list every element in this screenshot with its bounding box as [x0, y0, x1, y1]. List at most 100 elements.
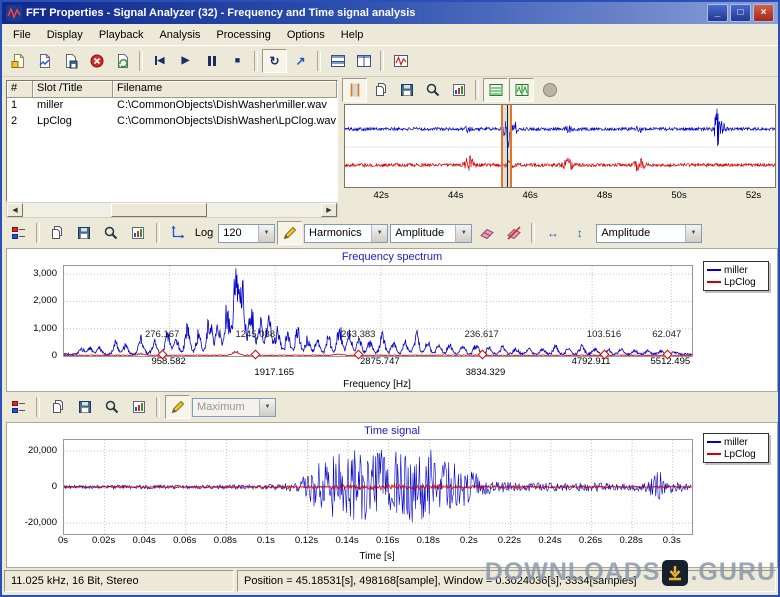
x-tick-label: 958.582 — [143, 356, 195, 367]
chart-settings-button[interactable] — [446, 78, 471, 102]
row-filename: C:\CommonObjects\DishWasher\miller.wav — [113, 98, 337, 114]
table-row[interactable]: 1 miller C:\CommonObjects\DishWasher\mil… — [7, 98, 337, 114]
marker-list-button[interactable] — [6, 395, 31, 419]
skip-start-button[interactable]: ◀ — [147, 49, 172, 73]
overview-tick-label: 42s — [368, 190, 394, 201]
file-list-table: # Slot /Title Filename 1 miller C:\Commo… — [6, 80, 338, 202]
menu-item-processing[interactable]: Processing — [208, 26, 278, 44]
zoom-time-button[interactable] — [99, 395, 124, 419]
show-channel-1-button[interactable] — [483, 78, 508, 102]
maximize-button[interactable]: □ — [730, 4, 751, 22]
save-chart-button[interactable] — [394, 78, 419, 102]
edit-markers-button[interactable] — [277, 221, 302, 245]
minimize-button[interactable]: _ — [707, 4, 728, 22]
tile-horizontal-button[interactable] — [325, 49, 350, 73]
overview-time-axis: 42s44s46s48s50s52s — [344, 190, 776, 202]
log-value: 120 — [219, 227, 258, 239]
overview-toolbar — [342, 78, 778, 102]
spectrum-settings-button[interactable] — [126, 221, 151, 245]
frequency-spectrum-panel: Frequency spectrum Frequency [Hz] miller… — [6, 248, 778, 392]
menu-item-analysis[interactable]: Analysis — [151, 26, 208, 44]
y-tick-label: -20,000 — [7, 517, 57, 528]
right-amplitude-combobox[interactable]: Amplitude ▼ — [596, 224, 702, 243]
peak-value-label: 62.047 — [641, 329, 693, 340]
horizontal-scrollbar[interactable]: ◀ ▶ — [6, 202, 338, 218]
peak-value-label: 103.516 — [578, 329, 630, 340]
menu-item-display[interactable]: Display — [39, 26, 91, 44]
chevron-down-icon[interactable]: ▼ — [259, 399, 275, 416]
range-select-tool-button[interactable] — [342, 78, 367, 102]
zoom-spectrum-button[interactable] — [99, 221, 124, 245]
vertical-zoom-button[interactable]: ↕ — [567, 221, 592, 245]
menu-item-playback[interactable]: Playback — [91, 26, 152, 44]
zoom-chart-button[interactable] — [420, 78, 445, 102]
close-button[interactable]: × — [753, 4, 774, 22]
erase-all-markers-button[interactable] — [501, 221, 526, 245]
scroll-left-button[interactable]: ◀ — [7, 203, 23, 217]
x-tick-label: 0.08s — [207, 535, 243, 546]
stop-button[interactable]: ■ — [225, 49, 250, 73]
main-toolbar: ◀ ▶ ■ ↻ ↗ — [2, 45, 778, 77]
scrollbar-thumb[interactable] — [111, 203, 207, 217]
show-channel-2-button[interactable] — [509, 78, 534, 102]
column-header-slot-title[interactable]: Slot /Title — [33, 81, 113, 98]
y-tick-label: 3,000 — [7, 268, 57, 279]
new-worksheet-button[interactable] — [6, 49, 31, 73]
save-spectrum-button[interactable] — [72, 221, 97, 245]
column-header-number[interactable]: # — [7, 81, 33, 98]
amplitude-combobox[interactable]: Amplitude ▼ — [390, 224, 472, 243]
harmonics-combobox[interactable]: Harmonics ▼ — [304, 224, 388, 243]
horizontal-zoom-button[interactable]: ↔ — [540, 221, 565, 245]
scroll-right-button[interactable]: ▶ — [321, 203, 337, 217]
menu-item-options[interactable]: Options — [279, 26, 333, 44]
x-tick-label: 0.3s — [654, 535, 690, 546]
table-row[interactable]: 2 LpClog C:\CommonObjects\DishWasher\LpC… — [7, 114, 337, 130]
row-title: LpClog — [33, 114, 113, 130]
y-tick-label: 0 — [7, 350, 57, 361]
menu-item-file[interactable]: File — [5, 26, 39, 44]
log-combobox[interactable]: 120 ▼ — [218, 224, 275, 243]
x-tick-label: 0.16s — [370, 535, 406, 546]
overview-tick-label: 52s — [741, 190, 767, 201]
table-header: # Slot /Title Filename — [7, 81, 337, 98]
tile-vertical-button[interactable] — [351, 49, 376, 73]
signal-scope-button[interactable] — [388, 49, 413, 73]
overview-waveform[interactable] — [344, 104, 776, 188]
y-tick-label: 0 — [7, 481, 57, 492]
x-tick-label: 1917.165 — [248, 367, 300, 378]
menu-item-help[interactable]: Help — [333, 26, 372, 44]
export-signal-button[interactable]: ↗ — [288, 49, 313, 73]
copy-time-button[interactable] — [45, 395, 70, 419]
x-tick-label: 0s — [45, 535, 81, 546]
chevron-down-icon[interactable]: ▼ — [258, 225, 274, 242]
edit-markers-button[interactable] — [165, 395, 190, 419]
copy-spectrum-button[interactable] — [45, 221, 70, 245]
position-cursor[interactable] — [507, 105, 508, 187]
pause-button[interactable] — [199, 49, 224, 73]
x-tick-label: 0.2s — [451, 535, 487, 546]
reload-file-button[interactable] — [110, 49, 135, 73]
erase-marker-button[interactable] — [474, 221, 499, 245]
spectrum-plot-area[interactable] — [63, 265, 693, 357]
toolbar-separator — [36, 397, 40, 417]
close-file-button[interactable] — [84, 49, 109, 73]
title-bar[interactable]: FFT Properties - Signal Analyzer (32) - … — [2, 2, 778, 24]
amplitude-value: Amplitude — [391, 227, 455, 239]
loop-playback-button[interactable]: ↻ — [262, 49, 287, 73]
x-tick-label: 0.14s — [329, 535, 365, 546]
row-title: miller — [33, 98, 113, 114]
maximum-combobox[interactable]: Maximum ▼ — [192, 398, 276, 417]
save-file-button[interactable] — [58, 49, 83, 73]
chevron-down-icon[interactable]: ▼ — [371, 225, 387, 242]
column-header-filename[interactable]: Filename — [113, 81, 337, 98]
toolbar-separator — [254, 51, 258, 71]
axes-setup-button[interactable] — [165, 221, 190, 245]
chevron-down-icon[interactable]: ▼ — [455, 225, 471, 242]
save-time-button[interactable] — [72, 395, 97, 419]
copy-chart-button[interactable] — [368, 78, 393, 102]
open-file-button[interactable] — [32, 49, 57, 73]
marker-list-button[interactable] — [6, 221, 31, 245]
time-settings-button[interactable] — [126, 395, 151, 419]
time-plot-area[interactable] — [63, 439, 693, 535]
play-button[interactable]: ▶ — [173, 49, 198, 73]
